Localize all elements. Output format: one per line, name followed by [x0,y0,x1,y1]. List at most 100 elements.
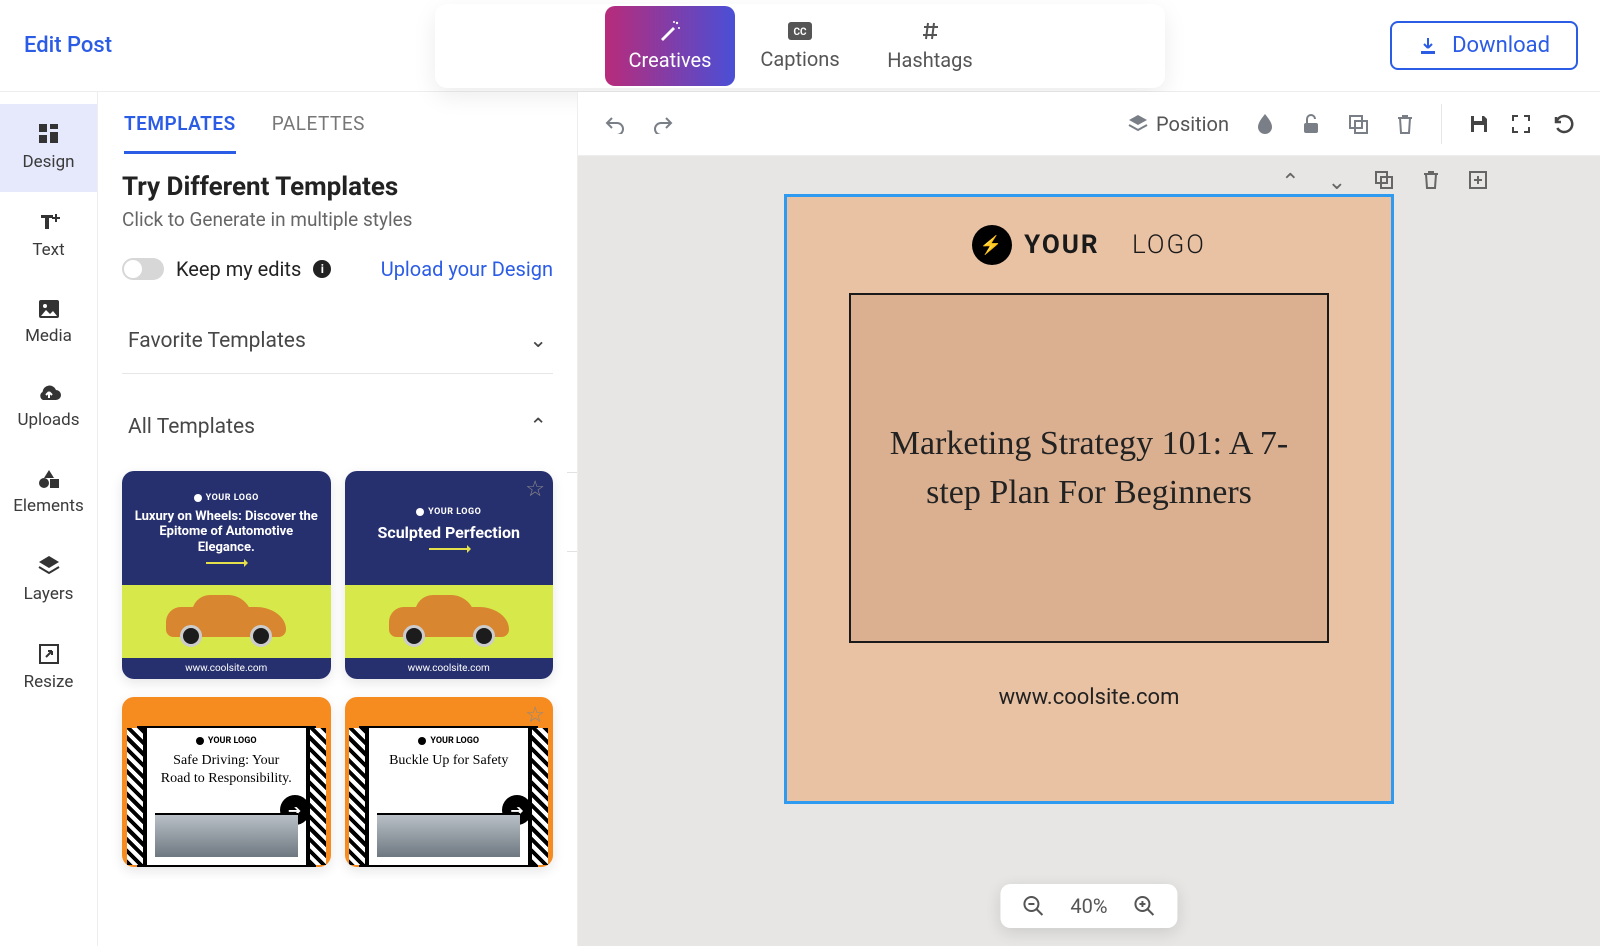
rail-elements[interactable]: Elements [0,450,97,536]
grid-icon [37,122,61,146]
tab-label: Hashtags [887,48,972,72]
fullscreen-button[interactable] [1510,113,1532,135]
template-logo: YOUR LOGO [428,507,481,517]
artboard[interactable]: ⚡ YOUR LOGO Marketing Strategy 101: A 7-… [784,194,1394,804]
image-icon [37,298,61,320]
rail-label: Media [25,326,72,346]
favorites-accordion[interactable]: Favorite Templates ⌄ [122,308,553,374]
tab-captions[interactable]: CC Captions [735,6,865,86]
zoom-in-button[interactable] [1134,895,1156,917]
templates-grid: YOUR LOGO Luxury on Wheels: Discover the… [122,459,553,879]
keep-edits-row: Keep my edits i Upload your Design [122,257,553,281]
tab-label: Creatives [629,48,712,72]
rail-uploads[interactable]: Uploads [0,366,97,450]
text-add-icon [37,210,61,234]
download-button[interactable]: Download [1390,21,1578,70]
template-logo: YOUR LOGO [208,736,257,746]
all-templates-accordion[interactable]: All Templates ⌃ [122,394,553,459]
duplicate-button[interactable] [1347,113,1369,135]
tab-creatives[interactable]: Creatives [605,6,735,86]
zoom-value: 40% [1070,894,1107,918]
tab-label: Captions [760,47,839,71]
page-title: Edit Post [24,33,112,58]
upload-design-link[interactable]: Upload your Design [381,257,553,281]
try-templates-subtitle: Click to Generate in multiple styles [122,208,553,231]
unlock-button[interactable] [1301,113,1321,135]
try-templates-title: Try Different Templates [122,172,553,202]
panel-scroll[interactable]: Try Different Templates Click to Generat… [98,154,577,879]
info-icon[interactable]: i [313,260,331,278]
panel-tab-templates[interactable]: TEMPLATES [124,112,236,154]
favorite-star-icon[interactable]: ☆ [525,703,545,728]
logo-thin: LOGO [1132,230,1206,260]
template-logo: YOUR LOGO [206,493,259,503]
favorite-star-icon[interactable]: ☆ [525,477,545,502]
artboard-mini-toolbar: ⌃ ⌄ [1281,170,1488,195]
position-button[interactable]: Position [1128,112,1229,136]
template-logo: YOUR LOGO [430,736,479,746]
tab-hashtags[interactable]: Hashtags [865,6,995,86]
logo-bold: YOUR [1024,230,1099,260]
canvas-area: Position ⌃ ⌄ [578,92,1600,946]
car-illustration [389,599,509,645]
design-panel: TEMPLATES PALETTES Try Different Templat… [98,92,578,946]
rail-label: Elements [13,496,83,516]
panel-tab-palettes[interactable]: PALETTES [272,112,365,154]
all-templates-label: All Templates [128,415,255,439]
reset-button[interactable] [1552,113,1574,135]
left-rail: Design Text Media Uploads Elements Layer… [0,92,98,946]
artboard-headline-box[interactable]: Marketing Strategy 101: A 7-step Plan Fo… [849,293,1329,643]
zoom-out-button[interactable] [1022,895,1044,917]
favorites-label: Favorite Templates [128,329,306,353]
move-down-button[interactable]: ⌄ [1328,170,1346,195]
wand-icon [658,20,682,42]
collapse-panel-handle[interactable]: ‹ [567,472,578,552]
template-headline: Safe Driving: Your Road to Responsibilit… [155,752,298,787]
save-button[interactable] [1468,113,1490,135]
template-card[interactable]: ☆ YOUR LOGO Sculpted Perfection www.cool… [345,471,554,679]
rail-resize[interactable]: Resize [0,624,97,712]
rail-design[interactable]: Design [0,104,97,192]
template-headline: Buckle Up for Safety [385,752,512,770]
shapes-icon [37,468,61,490]
hash-icon [919,20,941,42]
template-image [155,813,298,857]
opacity-button[interactable] [1255,113,1275,135]
artboard-url[interactable]: www.coolsite.com [999,685,1180,710]
top-bar: Edit Post Creatives CC Captions Hashtags… [0,0,1600,92]
template-card[interactable]: YOUR LOGO Safe Driving: Your Road to Res… [122,697,331,867]
layers-icon [37,554,61,578]
rail-media[interactable]: Media [0,280,97,366]
add-artboard-button[interactable] [1468,170,1488,195]
position-label: Position [1156,112,1229,136]
artboard-logo[interactable]: ⚡ YOUR LOGO [972,225,1206,265]
template-card[interactable]: YOUR LOGO Luxury on Wheels: Discover the… [122,471,331,679]
resize-icon [37,642,61,666]
delete-artboard-button[interactable] [1422,170,1440,195]
keep-edits-label: Keep my edits [176,257,301,281]
redo-button[interactable] [652,114,674,134]
canvas-toolbar: Position [578,92,1600,156]
rail-label: Resize [24,672,74,692]
rail-label: Layers [24,584,74,604]
rail-layers[interactable]: Layers [0,536,97,624]
keep-edits-toggle[interactable] [122,258,164,280]
rail-label: Design [22,152,74,172]
template-url: www.coolsite.com [345,658,554,679]
undo-button[interactable] [604,114,626,134]
rail-label: Text [32,240,64,260]
delete-button[interactable] [1395,113,1415,135]
move-up-button[interactable]: ⌃ [1281,170,1299,195]
cc-icon: CC [787,21,813,41]
canvas-stage[interactable]: ⌃ ⌄ ⚡ YOUR LOGO Marketing Strategy 101: … [578,156,1600,946]
template-url: www.coolsite.com [122,658,331,679]
rail-text[interactable]: Text [0,192,97,280]
panel-tabs: TEMPLATES PALETTES [98,92,577,154]
layers-icon [1128,114,1148,134]
download-icon [1418,36,1438,56]
template-card[interactable]: ☆ YOUR LOGO Buckle Up for Safety ➔ [345,697,554,867]
mode-tabs: Creatives CC Captions Hashtags [435,4,1165,88]
copy-artboard-button[interactable] [1374,170,1394,195]
artboard-title[interactable]: Marketing Strategy 101: A 7-step Plan Fo… [875,419,1303,518]
cloud-upload-icon [36,384,62,404]
